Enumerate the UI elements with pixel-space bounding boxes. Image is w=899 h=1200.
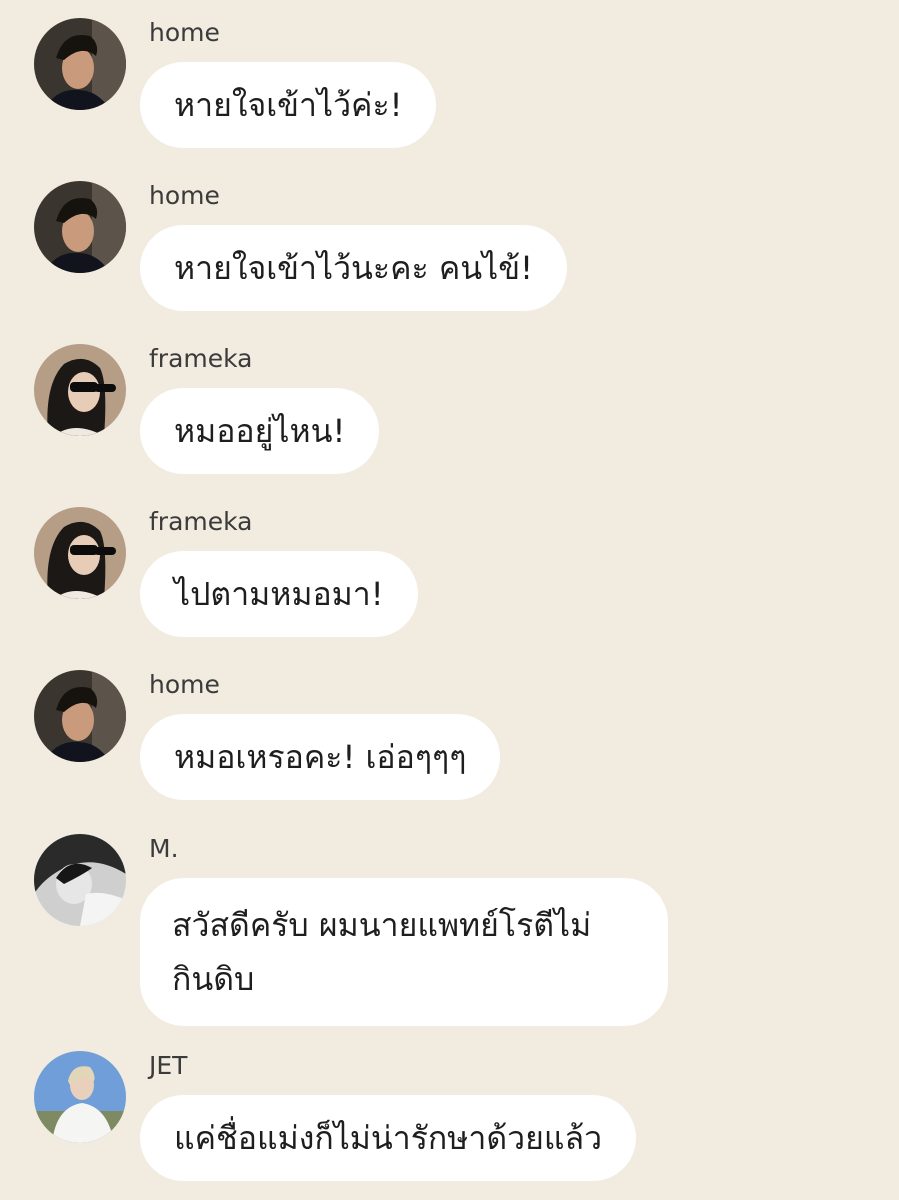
message-bubble[interactable]: ไปตามหมอมา! — [140, 551, 418, 637]
m-avatar-icon[interactable] — [34, 834, 126, 926]
frameka-avatar-icon[interactable] — [34, 344, 126, 436]
jet-avatar-icon[interactable] — [34, 1051, 126, 1143]
home-avatar-icon[interactable] — [34, 18, 126, 110]
home-avatar-icon[interactable] — [34, 181, 126, 273]
sender-name: home — [149, 18, 220, 47]
message-bubble[interactable]: หายใจเข้าไว้นะคะ คนไข้! — [140, 225, 567, 311]
message-bubble[interactable]: แค่ชื่อแม่งก็ไม่น่ารักษาด้วยแล้ว — [140, 1095, 637, 1181]
sender-name: JET — [149, 1051, 188, 1080]
message-bubble[interactable]: หายใจเข้าไว้ค่ะ! — [140, 62, 437, 148]
message-bubble[interactable]: หมออยู่ไหน! — [140, 388, 380, 474]
sender-name: M. — [149, 834, 179, 863]
message-bubble[interactable]: หมอเหรอคะ! เอ่อๆๆๆ — [140, 714, 501, 800]
frameka-avatar-icon[interactable] — [34, 507, 126, 599]
home-avatar-icon[interactable] — [34, 670, 126, 762]
chat-thread: home หายใจเข้าไว้ค่ะ! home หายใจเข้าไว้น… — [0, 0, 899, 1200]
sender-name: home — [149, 181, 220, 210]
sender-name: frameka — [149, 507, 253, 536]
sender-name: frameka — [149, 344, 253, 373]
message-bubble[interactable]: สวัสดีครับ ผมนายแพทย์โรตีไม่กินดิบ — [140, 878, 668, 1026]
sender-name: home — [149, 670, 220, 699]
